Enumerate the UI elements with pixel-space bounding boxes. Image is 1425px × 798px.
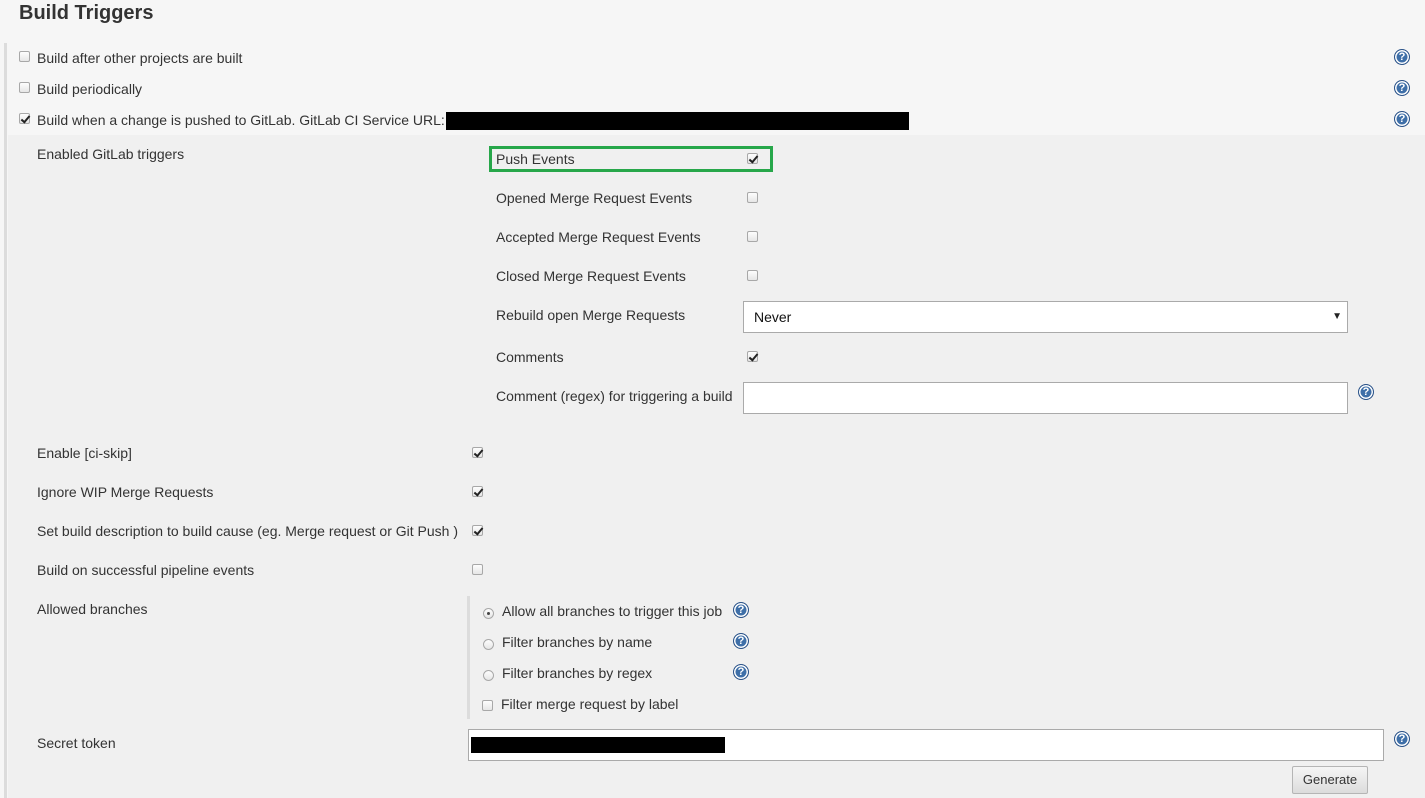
build-on-pipeline-checkbox[interactable] [472, 564, 483, 575]
comment-regex-label: Comment (regex) for triggering a build [496, 388, 733, 404]
section-indent-bar [4, 43, 7, 798]
comments-checkbox[interactable] [747, 351, 758, 362]
help-icon[interactable]: ? [1394, 111, 1410, 127]
build-on-pipeline-label: Build on successful pipeline events [37, 562, 255, 578]
enable-ci-skip-label: Enable [ci-skip] [37, 445, 132, 461]
accepted-mr-events-checkbox[interactable] [747, 231, 758, 242]
redacted-secret-token [471, 737, 725, 753]
set-build-description-checkbox[interactable] [472, 525, 483, 536]
push-events-label: Push Events [496, 151, 575, 167]
filter-mr-by-label-checkbox[interactable] [482, 700, 493, 711]
trigger-gitlab-push-label: Build when a change is pushed to GitLab.… [37, 112, 445, 128]
closed-mr-events-checkbox[interactable] [747, 270, 758, 281]
dropdown-arrow-icon: ▼ [1332, 311, 1342, 322]
ignore-wip-checkbox[interactable] [472, 486, 483, 497]
allow-all-branches-radio[interactable] [483, 608, 494, 619]
ignore-wip-label: Ignore WIP Merge Requests [37, 484, 214, 500]
filter-branches-regex-label: Filter branches by regex [502, 665, 653, 681]
rebuild-open-mr-select[interactable]: Never ▼ [743, 301, 1348, 333]
trigger-periodically-checkbox[interactable] [19, 82, 30, 93]
filter-branches-name-label: Filter branches by name [502, 634, 653, 650]
comments-label: Comments [496, 349, 564, 365]
help-icon[interactable]: ? [1358, 384, 1374, 400]
trigger-after-other-projects-label: Build after other projects are built [37, 50, 243, 66]
comment-regex-input[interactable] [743, 382, 1348, 414]
trigger-gitlab-push-checkbox[interactable] [19, 113, 30, 124]
branches-indent-bar [467, 596, 470, 719]
allow-all-branches-label: Allow all branches to trigger this job [502, 603, 723, 619]
opened-mr-events-label: Opened Merge Request Events [496, 190, 693, 206]
redacted-service-url [446, 112, 909, 130]
rebuild-open-mr-value: Never [754, 309, 792, 325]
allowed-branches-label: Allowed branches [37, 601, 148, 617]
enable-ci-skip-checkbox[interactable] [472, 447, 483, 458]
closed-mr-events-label: Closed Merge Request Events [496, 268, 686, 284]
help-icon[interactable]: ? [733, 602, 749, 618]
set-build-description-label: Set build description to build cause (eg… [37, 523, 458, 539]
help-icon[interactable]: ? [733, 664, 749, 680]
trigger-periodically-label: Build periodically [37, 81, 143, 97]
filter-branches-name-radio[interactable] [483, 639, 494, 650]
accepted-mr-events-label: Accepted Merge Request Events [496, 229, 701, 245]
section-title: Build Triggers [19, 2, 154, 24]
enabled-gitlab-triggers-label: Enabled GitLab triggers [37, 146, 185, 162]
gitlab-trigger-panel [8, 135, 1425, 798]
help-icon[interactable]: ? [1394, 80, 1410, 96]
help-icon[interactable]: ? [1394, 49, 1410, 65]
filter-mr-by-label-label: Filter merge request by label [501, 696, 679, 712]
trigger-after-other-projects-checkbox[interactable] [19, 51, 30, 62]
filter-branches-regex-radio[interactable] [483, 670, 494, 681]
secret-token-label: Secret token [37, 735, 116, 751]
generate-button[interactable]: Generate [1292, 766, 1368, 794]
help-icon[interactable]: ? [1394, 731, 1410, 747]
rebuild-open-mr-label: Rebuild open Merge Requests [496, 307, 686, 323]
help-icon[interactable]: ? [733, 633, 749, 649]
push-events-checkbox[interactable] [747, 153, 758, 164]
opened-mr-events-checkbox[interactable] [747, 192, 758, 203]
